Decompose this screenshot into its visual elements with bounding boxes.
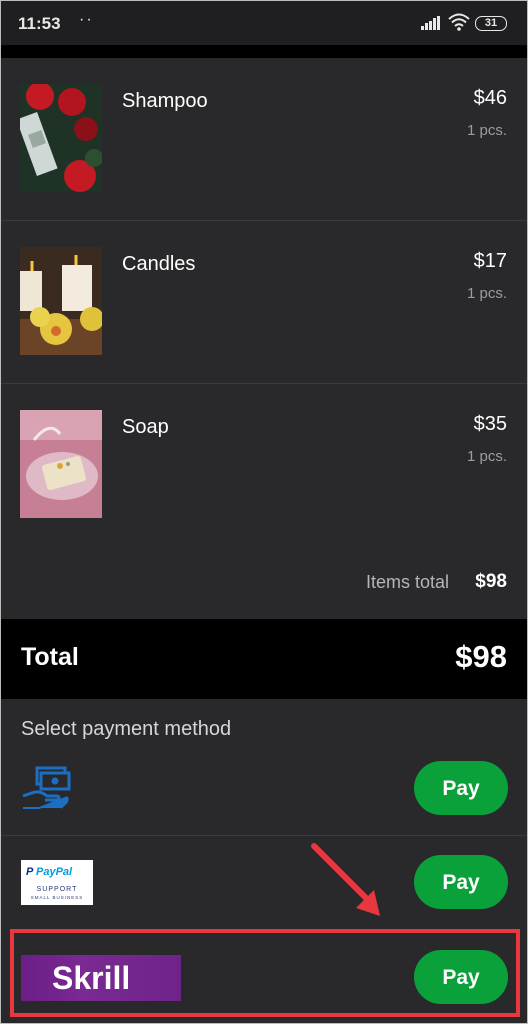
items-total-value: $98 (475, 571, 507, 592)
cash-hand-icon (22, 766, 71, 809)
item-name: Shampoo (122, 90, 208, 112)
header-divider (1, 45, 527, 58)
payment-method-cash: Pay (1, 749, 527, 836)
status-bar: 11:53 ·· 31 (1, 1, 527, 45)
item-quantity: 1 pcs. (466, 122, 507, 139)
paypal-logo: P PayPal SUPPORT SMALL BUSINESS (21, 860, 93, 905)
signal-icon (421, 16, 440, 30)
cart-item-soap[interactable]: Soap $35 1 pcs. (1, 384, 527, 547)
shampoo-thumbnail (20, 84, 102, 192)
payment-title: Select payment method (21, 718, 232, 740)
wifi-icon (448, 13, 470, 31)
items-total-label: Items total (365, 572, 449, 592)
item-name: Candles (122, 253, 196, 275)
pay-button-paypal[interactable]: Pay (414, 855, 508, 909)
notification-dots: ·· (79, 11, 94, 28)
paypal-support-text: SUPPORT (36, 886, 78, 893)
paypal-logo-text: P PayPal (26, 866, 73, 878)
status-time: 11:53 (18, 14, 61, 33)
skrill-highlight-box (10, 929, 520, 1017)
item-name: Soap (122, 416, 169, 438)
total-bar: Total $98 (1, 619, 527, 699)
item-quantity: 1 pcs. (466, 448, 507, 465)
payment-method-paypal: P PayPal SUPPORT SMALL BUSINESS Pay (1, 836, 527, 929)
cart-item-shampoo[interactable]: Shampoo $46 1 pcs. (1, 58, 527, 221)
total-label: Total (21, 643, 79, 671)
soap-thumbnail (20, 410, 102, 518)
paypal-small-business-text: SMALL BUSINESS (30, 895, 84, 900)
item-price: $35 (473, 413, 507, 435)
total-value: $98 (455, 639, 507, 674)
annotation-arrow-icon (311, 843, 380, 916)
item-quantity: 1 pcs. (466, 285, 507, 302)
candles-thumbnail (20, 247, 102, 355)
items-total-row: Items total $98 (1, 546, 527, 619)
battery-icon: 31 (475, 16, 507, 31)
item-price: $17 (473, 250, 507, 272)
pay-button-cash[interactable]: Pay (414, 761, 508, 815)
cart-item-candles[interactable]: Candles $17 1 pcs. (1, 221, 527, 384)
item-price: $46 (473, 87, 507, 109)
